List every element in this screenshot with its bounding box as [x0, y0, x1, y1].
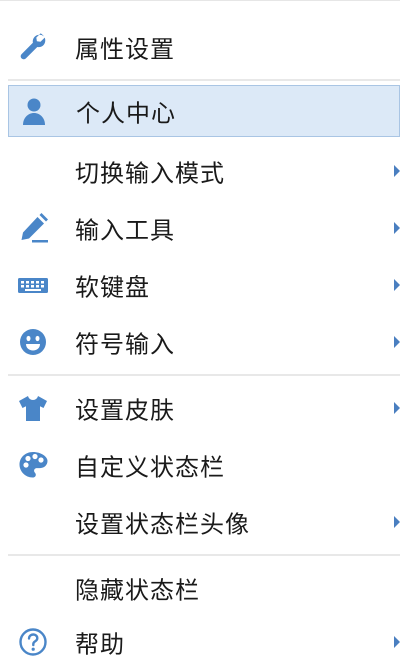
menu-item-label: 属性设置 [75, 35, 175, 64]
wrench-icon [17, 31, 49, 63]
menu-item-label: 个人中心 [76, 99, 176, 128]
context-menu: 属性设置 个人中心 切换输入模式 输入工具 软键盘 符号输入 设置皮肤 自定义状… [0, 0, 400, 670]
submenu-arrow-icon [394, 336, 400, 348]
menu-item-label: 帮助 [75, 630, 125, 659]
menu-item-set-status-bar-avatar[interactable]: 设置状态栏头像 [8, 496, 400, 548]
palette-icon [17, 449, 49, 481]
help-circle-icon [17, 626, 49, 658]
submenu-arrow-icon [394, 636, 400, 648]
menu-item-customize-status-bar[interactable]: 自定义状态栏 [8, 439, 400, 491]
menu-item-hide-status-bar[interactable]: 隐藏状态栏 [8, 562, 400, 614]
submenu-arrow-icon [394, 222, 400, 234]
user-icon [18, 96, 50, 128]
smiley-icon [17, 326, 49, 358]
menu-item-label: 输入工具 [75, 216, 175, 245]
menu-item-label: 自定义状态栏 [75, 453, 225, 482]
pencil-icon [17, 212, 49, 244]
menu-item-label: 软键盘 [75, 273, 150, 302]
menu-item-label: 设置状态栏头像 [75, 510, 250, 539]
menu-item-label: 符号输入 [75, 330, 175, 359]
menu-item-switch-input-mode[interactable]: 切换输入模式 [8, 145, 400, 197]
menu-separator [8, 79, 400, 81]
menu-separator [8, 374, 400, 376]
keyboard-icon [17, 269, 49, 301]
menu-item-set-skin[interactable]: 设置皮肤 [8, 382, 400, 434]
menu-item-input-tools[interactable]: 输入工具 [8, 202, 400, 254]
menu-item-label: 隐藏状态栏 [75, 576, 200, 605]
menu-item-soft-keyboard[interactable]: 软键盘 [8, 259, 400, 311]
menu-item-symbol-input[interactable]: 符号输入 [8, 316, 400, 368]
submenu-arrow-icon [394, 516, 400, 528]
menu-item-label: 设置皮肤 [75, 396, 175, 425]
menu-separator [8, 554, 400, 556]
menu-item-label: 切换输入模式 [75, 159, 225, 188]
submenu-arrow-icon [394, 165, 400, 177]
menu-item-properties[interactable]: 属性设置 [8, 21, 400, 73]
submenu-arrow-icon [394, 402, 400, 414]
menu-item-personal-center[interactable]: 个人中心 [8, 85, 400, 137]
submenu-arrow-icon [394, 279, 400, 291]
menu-item-help[interactable]: 帮助 [8, 616, 400, 668]
shirt-icon [17, 392, 49, 424]
